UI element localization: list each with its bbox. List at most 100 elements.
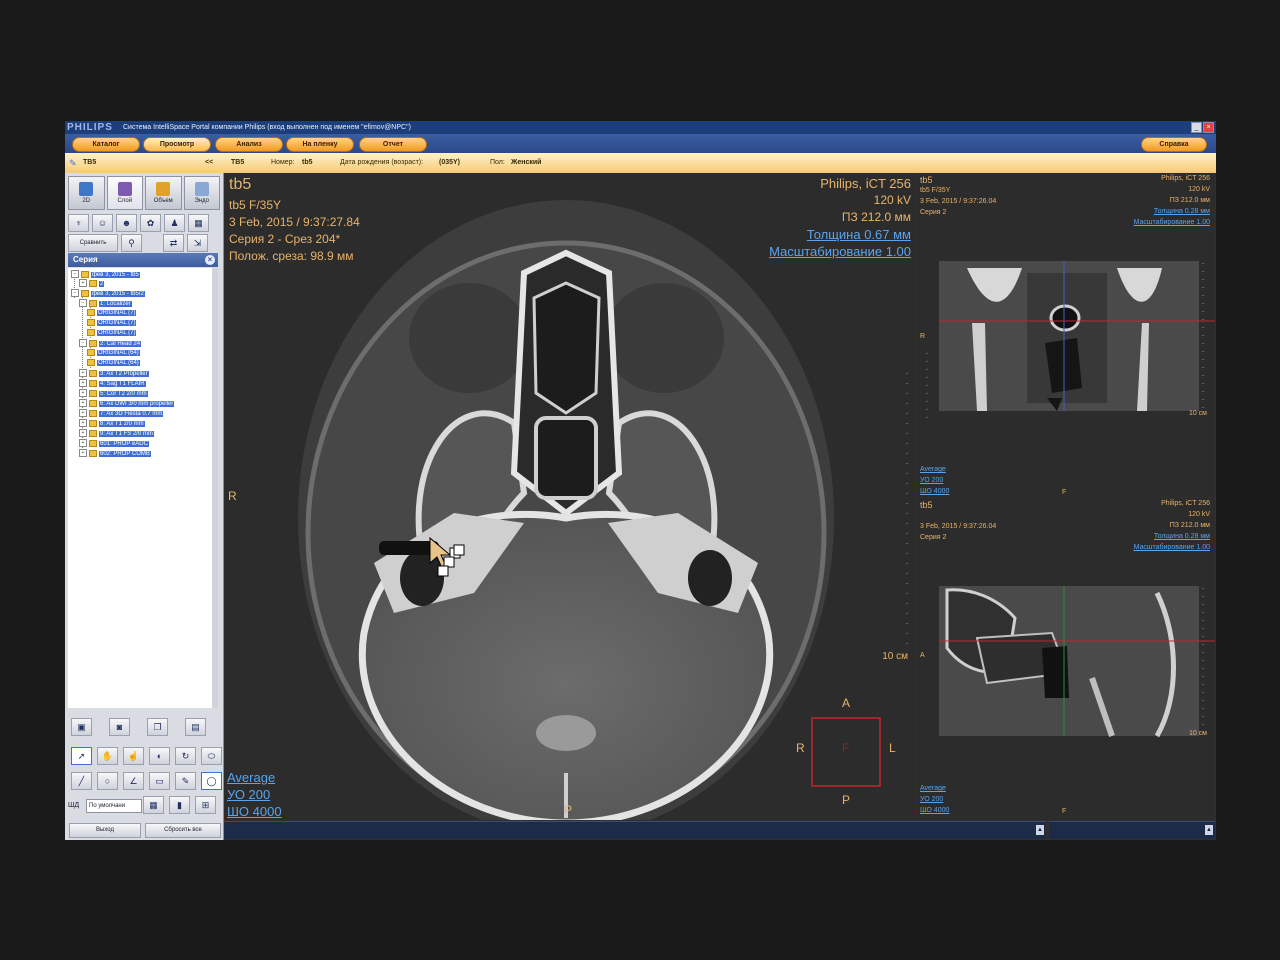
coronal-viewport[interactable]: tb5 tb5 F/35Y 3 Feb, 2015 / 9:37:26.04 С… bbox=[917, 173, 1215, 497]
tree-image-set[interactable]: ORIGINAL (64) bbox=[87, 359, 140, 368]
sagittal-wl-mode[interactable]: Average bbox=[920, 785, 946, 792]
window-level-icon[interactable]: ◐ bbox=[149, 747, 170, 765]
save-icon[interactable]: ▣ bbox=[71, 718, 92, 736]
collapse-box-icon[interactable]: − bbox=[79, 339, 87, 347]
report-button[interactable]: Отчет bbox=[359, 137, 427, 152]
axial-zoom-link[interactable]: Масштабирование 1.00 bbox=[769, 244, 911, 259]
link-icon[interactable]: ⚲ bbox=[121, 234, 142, 252]
expand-box-icon[interactable]: + bbox=[79, 279, 87, 287]
film-icon[interactable]: ▮ bbox=[169, 796, 190, 814]
tree-image-set[interactable]: ORIGINAL (64) bbox=[87, 349, 140, 358]
annotation-icon[interactable]: ✎ bbox=[175, 772, 196, 790]
tree-image-set[interactable]: ORIGINAL (7) bbox=[87, 329, 137, 338]
hand-pan-icon[interactable]: ✋ bbox=[97, 747, 118, 765]
export-icon[interactable]: ⇲ bbox=[187, 234, 208, 252]
film-button[interactable]: На пленку bbox=[286, 137, 354, 152]
pointer-icon[interactable]: ➚ bbox=[71, 747, 92, 765]
expand-box-icon[interactable]: + bbox=[79, 409, 87, 417]
view-button[interactable]: Просмотр bbox=[143, 137, 211, 152]
zoom-hand-icon[interactable]: ☝ bbox=[123, 747, 144, 765]
scroll-up-icon[interactable]: ▲ bbox=[1036, 825, 1044, 835]
pin-icon[interactable]: ✎ bbox=[69, 153, 77, 173]
axial-viewport[interactable]: tb5 tb5 F/35Y 3 Feb, 2015 / 9:37:27.84 С… bbox=[224, 173, 916, 820]
ellipse-roi-icon[interactable]: ○ bbox=[97, 772, 118, 790]
tree-image-set[interactable]: ORIGINAL (7) bbox=[87, 319, 137, 328]
reset-all-button[interactable]: Сбросить все bbox=[145, 823, 221, 838]
coronal-wl-width[interactable]: ШО 4000 bbox=[920, 488, 949, 495]
line-measure-icon[interactable]: ╱ bbox=[71, 772, 92, 790]
tree-series[interactable]: +601: PROP eADC bbox=[79, 439, 149, 448]
mode-volume-tab[interactable]: Объем bbox=[145, 176, 182, 210]
tree-series[interactable]: +4: Sag T1 FLAIR bbox=[79, 379, 146, 388]
print-icon[interactable]: ⊞ bbox=[195, 796, 216, 814]
mode-endo-tab[interactable]: Эндо bbox=[183, 176, 220, 210]
axial-thickness-link[interactable]: Толщина 0.67 мм bbox=[807, 227, 911, 242]
circle-roi-icon[interactable]: ◯ bbox=[201, 772, 222, 790]
tree-series[interactable]: +6: Ax DWI 3/0 mm propeller bbox=[79, 399, 175, 408]
coronal-thickness-link[interactable]: Толщина 0.28 мм bbox=[1154, 208, 1210, 215]
collapse-box-icon[interactable]: − bbox=[71, 289, 79, 297]
tree-item[interactable]: +2 bbox=[79, 279, 105, 288]
exit-button[interactable]: Выход bbox=[69, 823, 141, 838]
help-button[interactable]: Справка bbox=[1141, 137, 1207, 152]
tree-series[interactable]: −2: Cal Head 24 bbox=[79, 339, 142, 348]
expand-box-icon[interactable]: + bbox=[79, 379, 87, 387]
tree-study-1[interactable]: − фев 3, 2015 - tb5 bbox=[71, 270, 140, 279]
angle-icon[interactable]: ∠ bbox=[123, 772, 144, 790]
tree-series[interactable]: −1: Localizer bbox=[79, 299, 132, 308]
tree-series[interactable]: +9: Ax T1 FS 2/0 mm bbox=[79, 429, 154, 438]
window-preset-select[interactable]: По умолчани bbox=[86, 799, 142, 813]
axial-wl-center[interactable]: УО 200 bbox=[227, 787, 270, 802]
teeth-icon[interactable]: ♆ bbox=[68, 214, 89, 232]
brain-icon[interactable]: ✿ bbox=[140, 214, 161, 232]
expand-box-icon[interactable]: + bbox=[79, 439, 87, 447]
head-icon[interactable]: ☺ bbox=[92, 214, 113, 232]
collapse-panel-button[interactable]: << bbox=[205, 153, 213, 173]
mode-slab-tab[interactable]: Слой bbox=[106, 176, 143, 210]
expand-box-icon[interactable]: + bbox=[79, 399, 87, 407]
collapse-box-icon[interactable]: − bbox=[71, 270, 79, 278]
sagittal-wl-center[interactable]: УО 200 bbox=[920, 796, 943, 803]
tree-image-set[interactable]: ORIGINAL (7) bbox=[87, 309, 137, 318]
copy-icon[interactable]: ❐ bbox=[147, 718, 168, 736]
scroll-up-icon[interactable]: ▲ bbox=[1205, 825, 1213, 835]
coronal-zoom-link[interactable]: Масштабирование 1.00 bbox=[1134, 219, 1210, 226]
sagittal-wl-width[interactable]: ШО 4000 bbox=[920, 807, 949, 814]
collapse-box-icon[interactable]: − bbox=[79, 299, 87, 307]
analysis-button[interactable]: Анализ bbox=[215, 137, 283, 152]
tree-study-2[interactable]: − фев 3, 2015 - tb5/2 bbox=[71, 289, 145, 298]
expand-box-icon[interactable]: + bbox=[79, 429, 87, 437]
expand-box-icon[interactable]: + bbox=[79, 449, 87, 457]
tree-series[interactable]: +8: Ax T1 2/0 mm bbox=[79, 419, 145, 428]
tree-series[interactable]: +5: Cor T2 2/0 mm bbox=[79, 389, 148, 398]
skull-icon[interactable]: ☻ bbox=[116, 214, 137, 232]
close-series-icon[interactable]: × bbox=[205, 255, 215, 265]
eraser-icon[interactable]: ⬭ bbox=[201, 747, 222, 765]
axial-wl-mode[interactable]: Average bbox=[227, 770, 275, 785]
axial-wl-width[interactable]: ШО 4000 bbox=[227, 804, 282, 819]
minimize-icon[interactable]: _ bbox=[1191, 122, 1202, 133]
body-icon[interactable]: ♟ bbox=[164, 214, 185, 232]
sagittal-zoom-link[interactable]: Масштабирование 1.00 bbox=[1134, 544, 1210, 551]
tree-series[interactable]: +7: Ax 3D Fiesta 0.7 mm bbox=[79, 409, 164, 418]
expand-box-icon[interactable]: + bbox=[79, 419, 87, 427]
expand-box-icon[interactable]: + bbox=[79, 369, 87, 377]
coronal-wl-center[interactable]: УО 200 bbox=[920, 477, 943, 484]
layout-grid-icon[interactable]: ▦ bbox=[188, 214, 209, 232]
sagittal-viewport[interactable]: tb5 3 Feb, 2015 / 9:37:26.04 Серия 2 Phi… bbox=[917, 498, 1215, 820]
sagittal-thickness-link[interactable]: Толщина 0.28 мм bbox=[1154, 533, 1210, 540]
book-icon[interactable]: ▤ bbox=[185, 718, 206, 736]
tree-series[interactable]: +3: Ax T2 Propeller bbox=[79, 369, 149, 378]
camera-icon[interactable]: ◙ bbox=[109, 718, 130, 736]
layout-icon[interactable]: ▦ bbox=[143, 796, 164, 814]
rotate-icon[interactable]: ↻ bbox=[175, 747, 196, 765]
compare-button[interactable]: Сравнить bbox=[68, 234, 118, 252]
ruler-icon[interactable]: ▭ bbox=[149, 772, 170, 790]
sync-icon[interactable]: ⇄ bbox=[163, 234, 184, 252]
coronal-wl-mode[interactable]: Average bbox=[920, 466, 946, 473]
expand-box-icon[interactable]: + bbox=[79, 389, 87, 397]
tree-series[interactable]: +602: PROP COMB bbox=[79, 449, 151, 458]
close-icon[interactable]: × bbox=[1203, 122, 1214, 133]
mode-2d-tab[interactable]: 2D bbox=[68, 176, 105, 210]
catalog-button[interactable]: Каталог bbox=[72, 137, 140, 152]
